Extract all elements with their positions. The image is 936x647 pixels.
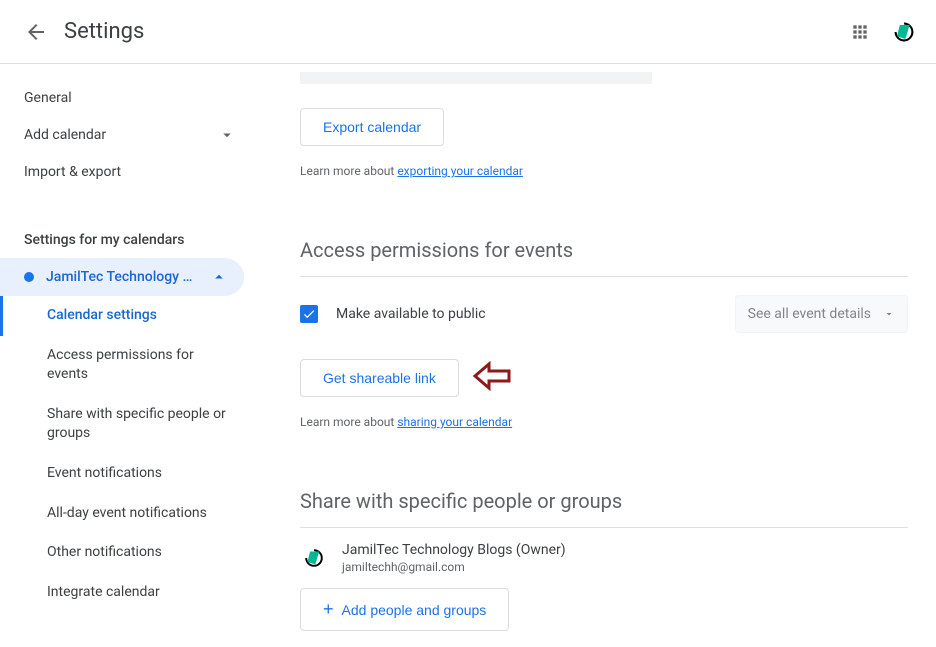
page-title: Settings: [64, 19, 144, 44]
chevron-up-icon: [210, 268, 228, 286]
cutoff-content-box: [300, 72, 652, 84]
annotation-arrow-icon: [471, 361, 511, 395]
sidebar: General Add calendar Import & export Set…: [0, 64, 260, 647]
plus-icon: +: [323, 599, 334, 620]
learn-more-prefix: Learn more about: [300, 415, 397, 429]
user-avatar[interactable]: [888, 16, 920, 48]
share-people-heading: Share with specific people or groups: [300, 489, 908, 513]
subnav-event-notifications[interactable]: Event notifications: [0, 454, 260, 494]
visibility-select-label: See all event details: [748, 306, 871, 322]
sidebar-item-label: Add calendar: [24, 127, 106, 143]
apps-launcher[interactable]: [840, 12, 880, 52]
learn-more-prefix: Learn more about: [300, 164, 397, 178]
apps-grid-icon: [850, 22, 870, 42]
owner-avatar: [300, 544, 328, 572]
access-permissions-heading: Access permissions for events: [300, 238, 908, 262]
owner-name: JamilTec Technology Blogs (Owner): [342, 542, 566, 558]
owner-email: jamiltechh@gmail.com: [342, 560, 566, 574]
subnav-calendar-settings[interactable]: Calendar settings: [0, 296, 260, 336]
dropdown-arrow-icon: [883, 308, 895, 320]
sidebar-item-general[interactable]: General: [0, 80, 260, 116]
header: Settings: [0, 0, 936, 64]
arrow-back-icon: [24, 20, 48, 44]
public-permission-row: Make available to public See all event d…: [300, 277, 908, 351]
calendar-item[interactable]: JamilTec Technology …: [0, 258, 244, 296]
public-checkbox[interactable]: [300, 305, 318, 323]
sidebar-item-add-calendar[interactable]: Add calendar: [0, 116, 260, 154]
jt-logo-icon: [301, 545, 327, 571]
get-shareable-link-button[interactable]: Get shareable link: [300, 359, 459, 397]
calendar-color-dot: [24, 272, 34, 282]
owner-info: JamilTec Technology Blogs (Owner) jamilt…: [342, 542, 566, 574]
public-label: Make available to public: [336, 306, 735, 322]
chevron-down-icon: [218, 126, 236, 144]
subnav-allday-notifications[interactable]: All-day event notifications: [0, 494, 260, 534]
jt-logo-icon: [890, 18, 918, 46]
back-button[interactable]: [16, 12, 56, 52]
subnav-access-permissions[interactable]: Access permissions for events: [0, 336, 260, 395]
subnav-integrate-calendar[interactable]: Integrate calendar: [0, 573, 260, 613]
share-link-row: Get shareable link: [300, 359, 908, 397]
sidebar-section-my-calendars: Settings for my calendars: [0, 222, 260, 258]
sharing-calendar-link[interactable]: sharing your calendar: [397, 415, 512, 429]
main-panel: Export calendar Learn more about exporti…: [260, 64, 936, 647]
content: General Add calendar Import & export Set…: [0, 64, 936, 647]
learn-more-export: Learn more about exporting your calendar: [300, 164, 908, 178]
learn-more-share: Learn more about sharing your calendar: [300, 415, 908, 429]
exporting-calendar-link[interactable]: exporting your calendar: [397, 164, 523, 178]
visibility-select[interactable]: See all event details: [735, 295, 908, 333]
subnav-share-specific[interactable]: Share with specific people or groups: [0, 395, 260, 454]
check-icon: [302, 307, 316, 321]
sidebar-item-import-export[interactable]: Import & export: [0, 154, 260, 190]
add-people-label: Add people and groups: [342, 602, 487, 618]
owner-row: JamilTec Technology Blogs (Owner) jamilt…: [300, 528, 908, 588]
subnav-other-notifications[interactable]: Other notifications: [0, 533, 260, 573]
add-people-button[interactable]: + Add people and groups: [300, 588, 509, 631]
export-calendar-button[interactable]: Export calendar: [300, 108, 444, 146]
calendar-name-label: JamilTec Technology …: [46, 269, 210, 285]
